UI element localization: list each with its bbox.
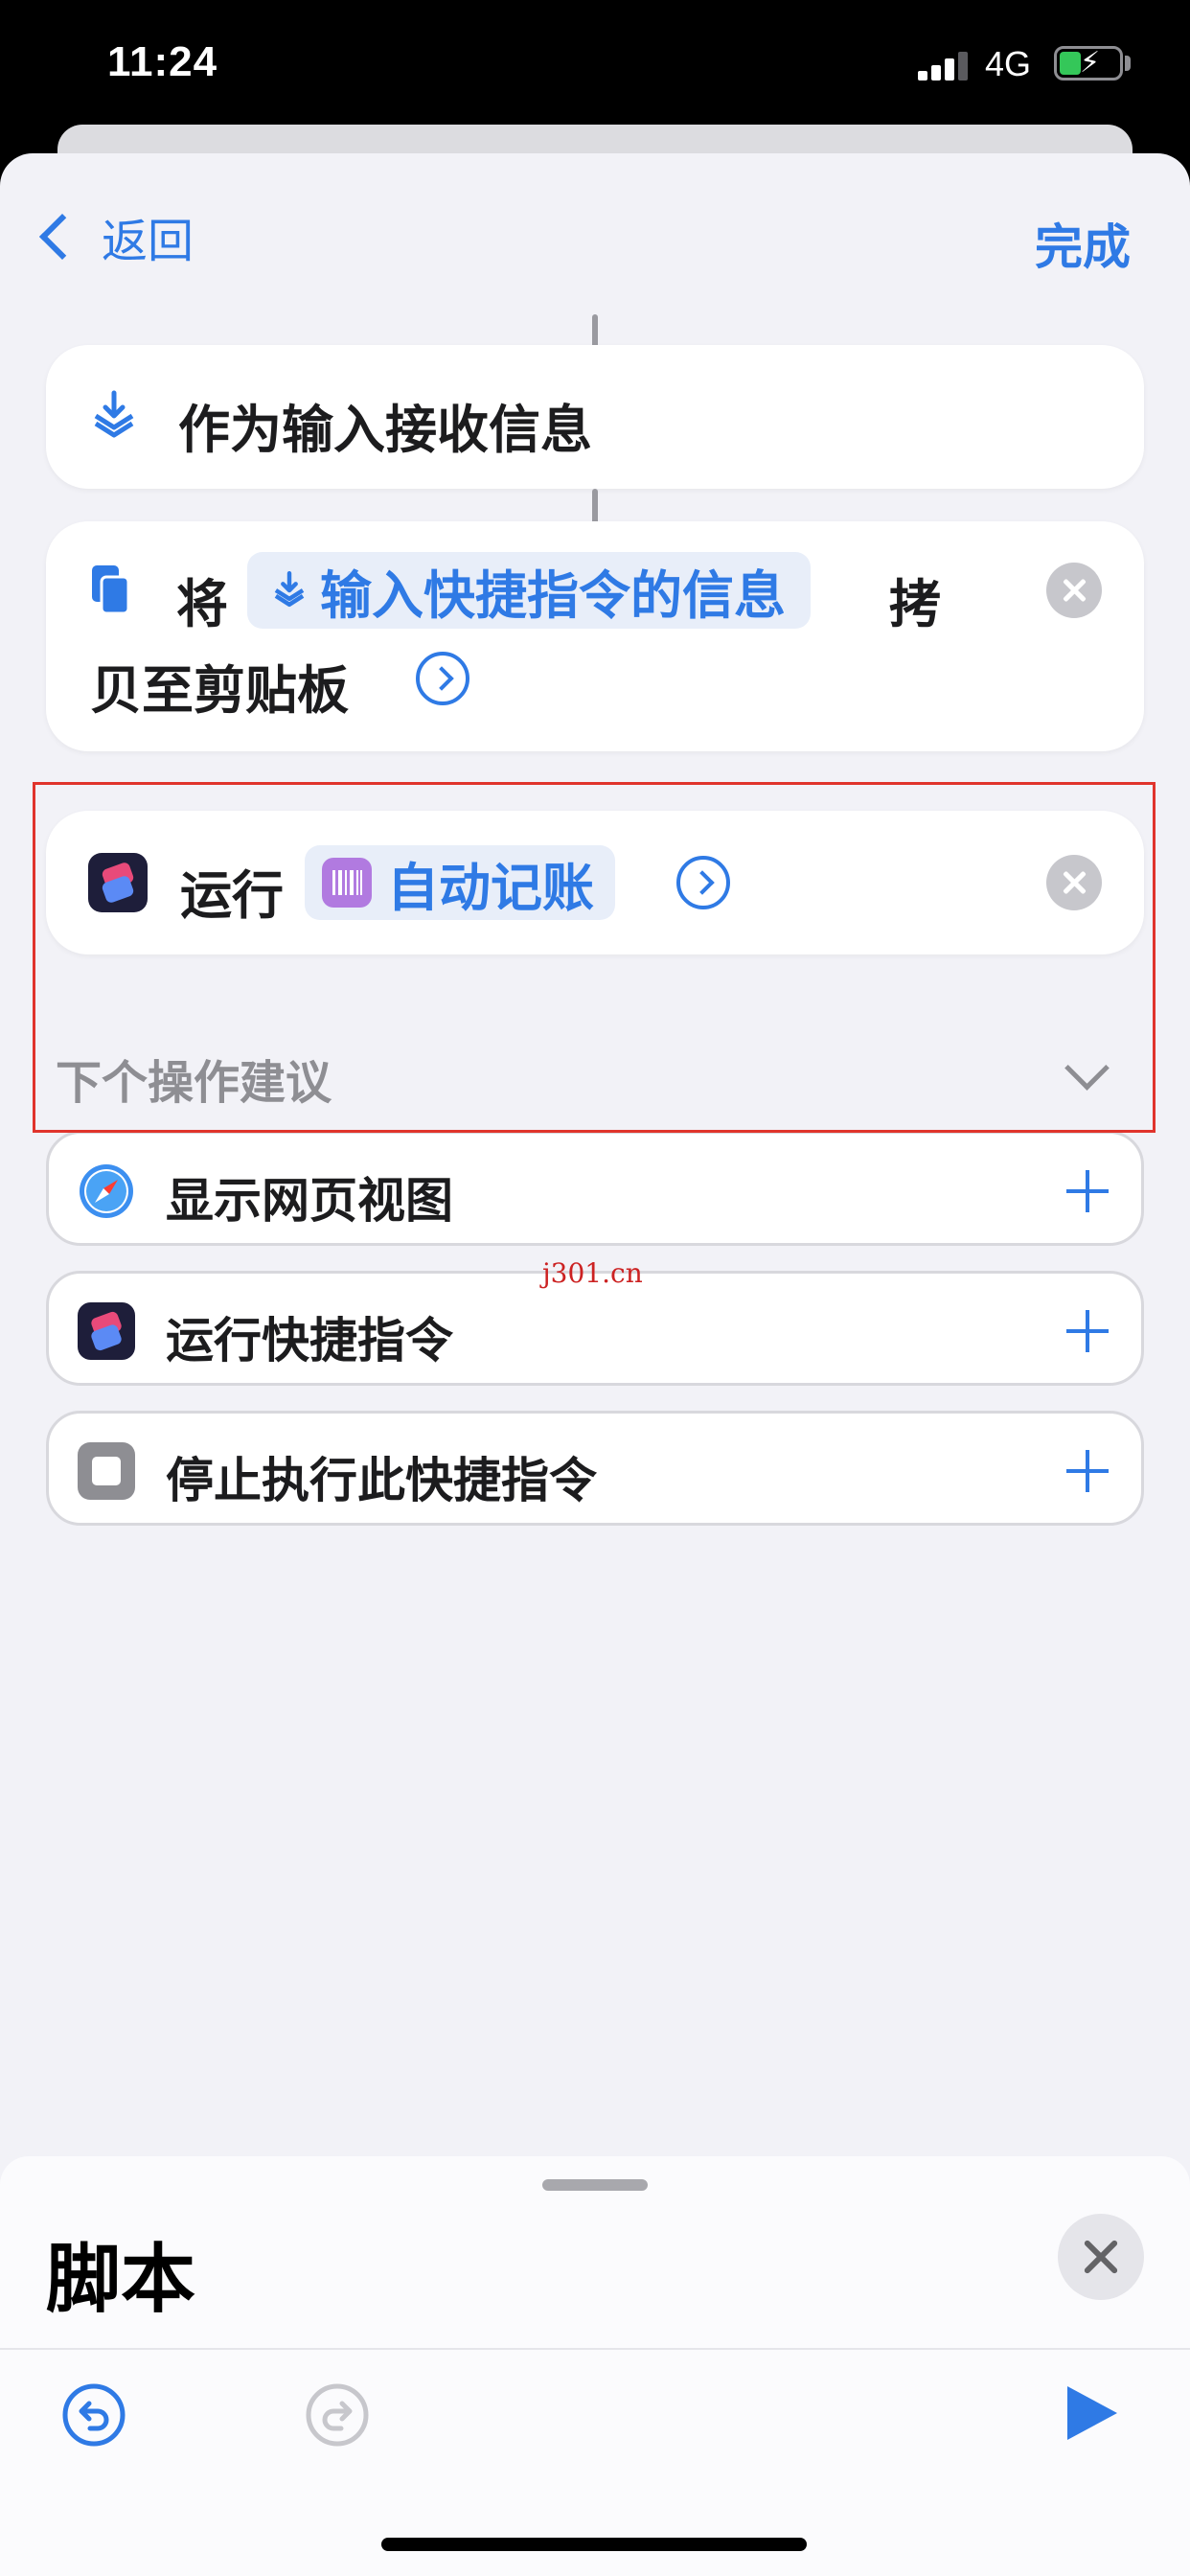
suggestion-label: 停止执行此快捷指令 — [166, 1454, 597, 1507]
action-copy-line2: 贝至剪贴板 — [90, 662, 349, 720]
back-button[interactable]: 返回 — [34, 203, 194, 270]
stop-icon — [78, 1442, 135, 1500]
action-receive-input[interactable]: 作为输入接收信息 — [46, 345, 1144, 489]
signal-strength-icon — [918, 52, 972, 80]
highlight-box — [33, 782, 1156, 1133]
remove-action-button[interactable] — [1046, 563, 1102, 618]
status-time: 11:24 — [107, 38, 218, 85]
battery-charging-icon: ⚡ — [1054, 46, 1123, 80]
status-bar: 11:24 4G ⚡ — [0, 0, 1190, 144]
action-copy-to-clipboard[interactable]: 将 输入快捷指令的信息 拷 贝至剪贴板 — [46, 521, 1144, 751]
toolbar-divider — [0, 2348, 1190, 2350]
done-button[interactable]: 完成 — [1035, 209, 1131, 278]
watermark: j301.cn — [542, 1257, 643, 1289]
receive-input-icon — [94, 390, 134, 438]
suggestion-stop-shortcut[interactable]: 停止执行此快捷指令 — [46, 1411, 1144, 1526]
safari-icon — [80, 1164, 133, 1218]
undo-icon[interactable] — [61, 2382, 126, 2448]
suggestion-label: 显示网页视图 — [166, 1174, 453, 1228]
expand-options-button[interactable] — [416, 652, 469, 705]
shortcuts-app-icon — [78, 1302, 135, 1360]
action-copy-suffix: 拷 — [889, 576, 941, 633]
suggestion-label: 运行快捷指令 — [166, 1314, 453, 1368]
action-copy-prefix: 将 — [176, 576, 228, 633]
panel-title: 脚本 — [46, 2237, 196, 2321]
chevron-left-icon — [38, 213, 86, 261]
home-indicator — [381, 2538, 807, 2551]
add-icon[interactable] — [1066, 1450, 1109, 1492]
close-panel-button[interactable] — [1058, 2214, 1144, 2300]
action-receive-input-label: 作为输入接收信息 — [178, 402, 592, 459]
variable-shortcut-input[interactable]: 输入快捷指令的信息 — [247, 552, 811, 629]
script-panel: 脚本 — [0, 2156, 1190, 2576]
add-icon[interactable] — [1066, 1170, 1109, 1212]
panel-grabber[interactable] — [542, 2179, 648, 2191]
back-label: 返回 — [102, 217, 195, 267]
receive-input-icon — [274, 571, 305, 608]
network-type: 4G — [985, 44, 1032, 83]
play-icon[interactable] — [1067, 2386, 1117, 2440]
variable-label: 输入快捷指令的信息 — [320, 566, 786, 625]
battery-nub — [1125, 56, 1131, 71]
add-icon[interactable] — [1066, 1310, 1109, 1352]
redo-icon[interactable] — [305, 2382, 370, 2448]
clipboard-icon — [92, 565, 130, 615]
suggestion-show-webview[interactable]: 显示网页视图 — [46, 1131, 1144, 1246]
